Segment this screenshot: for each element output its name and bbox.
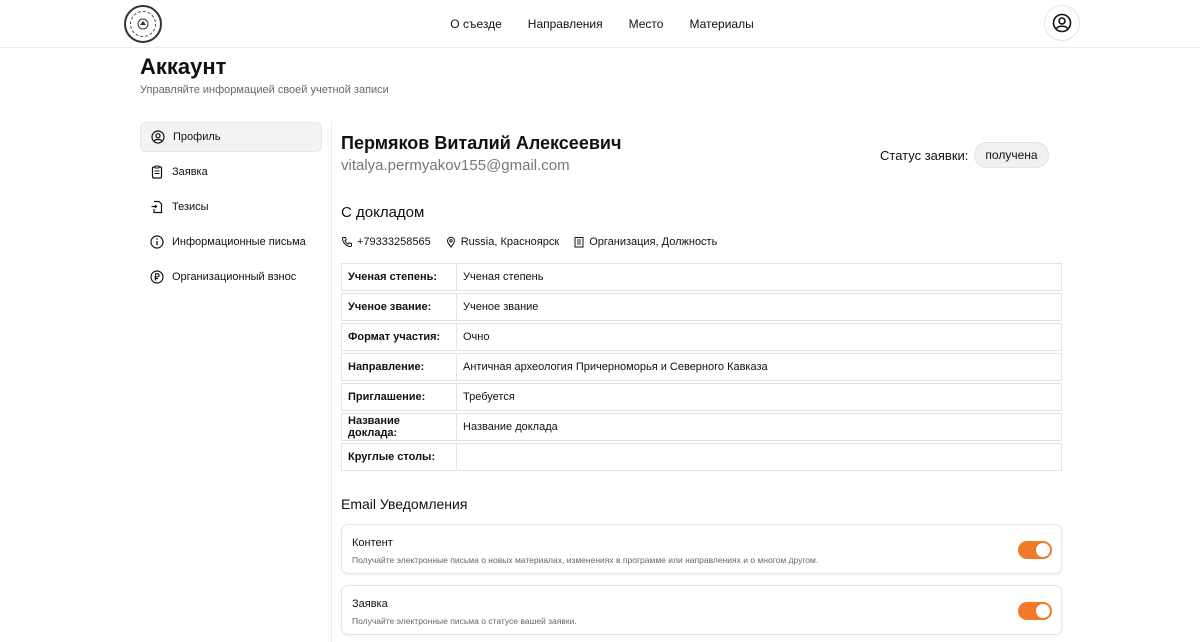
row-value: Ученая степень: [456, 263, 1062, 291]
sidebar-item-application[interactable]: Заявка: [140, 157, 322, 187]
row-key: Ученая степень:: [341, 263, 456, 291]
row-value: Античная археология Причерноморья и Севе…: [456, 353, 1062, 381]
user-name: Пермяков Виталий Алексеевич: [341, 133, 622, 153]
row-value: Очно: [456, 323, 1062, 351]
sidebar-item-label: Заявка: [172, 166, 208, 178]
table-row: Круглые столы:: [341, 443, 1062, 471]
user-email: vitalya.permyakov155@gmail.com: [341, 157, 570, 174]
report-details-table: Ученая степень: Ученая степень Ученое зва…: [341, 261, 1062, 473]
sidebar: Профиль Заявка Тезисы Информационные пис…: [140, 122, 322, 297]
row-key: Направление:: [341, 353, 456, 381]
email-notifications-title: Email Уведомления: [341, 496, 468, 512]
row-value: Ученое звание: [456, 293, 1062, 321]
row-value: [456, 443, 1062, 471]
table-row: Ученое звание: Ученое звание: [341, 293, 1062, 321]
clipboard-icon: [151, 165, 163, 179]
status-badge: получена: [974, 142, 1049, 168]
main-nav: О съезде Направления Место Материалы: [0, 0, 1200, 48]
table-row: Ученая степень: Ученая степень: [341, 263, 1062, 291]
info-icon: [150, 235, 164, 249]
map-pin-icon: [446, 236, 455, 248]
row-key: Круглые столы:: [341, 443, 456, 471]
page-title: Аккаунт: [140, 54, 227, 79]
sidebar-item-info-letters[interactable]: Информационные письма: [140, 227, 322, 257]
page-subtitle: Управляйте информацией своей учетной зап…: [140, 84, 389, 96]
table-row: Приглашение: Требуется: [341, 383, 1062, 411]
top-header: О съезде Направления Место Материалы: [0, 0, 1200, 48]
sidebar-item-profile[interactable]: Профиль: [140, 122, 322, 152]
account-button[interactable]: [1044, 5, 1080, 41]
vertical-divider: [331, 122, 332, 642]
status-label: Статус заявки:: [880, 147, 969, 163]
user-circle-icon: [1052, 13, 1072, 33]
sidebar-item-label: Профиль: [173, 131, 221, 143]
nav-place[interactable]: Место: [629, 17, 664, 31]
building-icon: [574, 237, 584, 248]
location-contact: Russia, Красноярск: [445, 236, 559, 248]
phone-number: +79333258565: [357, 236, 431, 248]
notification-application-card: Заявка Получайте электронные письма о ст…: [341, 585, 1062, 635]
notification-description: Получайте электронные письма о новых мат…: [352, 555, 819, 565]
organization-contact: Организация, Должность: [573, 236, 717, 248]
contact-info: +79333258565 Russia, Красноярск Организа…: [341, 236, 717, 248]
notification-description: Получайте электронные письма о статусе в…: [352, 616, 577, 626]
nav-about[interactable]: О съезде: [450, 17, 502, 31]
nav-materials[interactable]: Материалы: [689, 17, 753, 31]
document-import-icon: [151, 200, 163, 214]
row-key: Формат участия:: [341, 323, 456, 351]
notification-content-card: Контент Получайте электронные письма о н…: [341, 524, 1062, 574]
phone-icon: [341, 237, 352, 248]
notification-title: Контент: [352, 537, 393, 549]
nav-directions[interactable]: Направления: [528, 17, 603, 31]
table-row: Формат участия: Очно: [341, 323, 1062, 351]
row-key: Приглашение:: [341, 383, 456, 411]
sidebar-item-label: Информационные письма: [172, 236, 306, 248]
table-row: Направление: Античная археология Причерно…: [341, 353, 1062, 381]
row-value: Требуется: [456, 383, 1062, 411]
phone-contact: +79333258565: [341, 236, 431, 248]
currency-icon: [150, 270, 164, 284]
notification-title: Заявка: [352, 598, 388, 610]
sidebar-item-label: Организационный взнос: [172, 271, 297, 283]
sidebar-item-fee[interactable]: Организационный взнос: [140, 262, 322, 292]
organization-text: Организация, Должность: [589, 236, 718, 248]
content-notifications-toggle[interactable]: [1018, 541, 1052, 559]
application-status: Статус заявки: получена: [880, 142, 1049, 168]
location-text: Russia, Красноярск: [460, 236, 560, 248]
user-circle-icon: [151, 130, 165, 144]
application-notifications-toggle[interactable]: [1018, 602, 1052, 620]
report-section-title: С докладом: [341, 204, 425, 221]
sidebar-item-label: Тезисы: [172, 201, 209, 213]
row-key: Ученое звание:: [341, 293, 456, 321]
sidebar-item-theses[interactable]: Тезисы: [140, 192, 322, 222]
row-value: Название доклада: [456, 413, 1062, 441]
table-row: Название доклада: Название доклада: [341, 413, 1062, 441]
row-key: Название доклада:: [341, 413, 456, 441]
